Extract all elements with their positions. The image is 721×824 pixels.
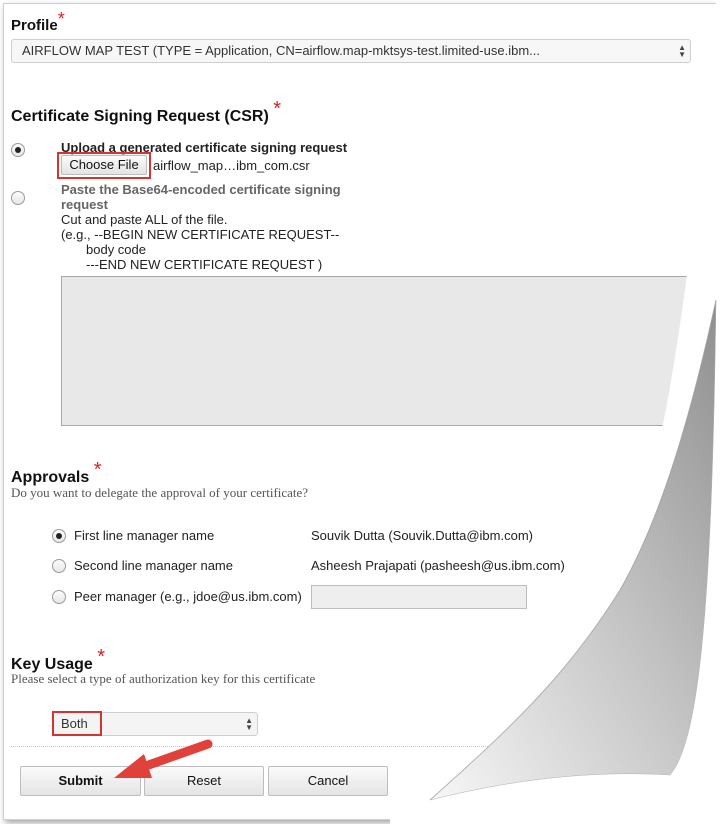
profile-heading: Profile* [11,9,65,35]
second-line-manager-label: Second line manager name [74,558,233,573]
page: Profile* AIRFLOW MAP TEST (TYPE = Applic… [0,0,721,824]
profile-label: Profile [11,17,58,34]
csr-heading-label: Certificate Signing Request (CSR) [11,108,269,125]
required-asterisk: * [273,98,282,120]
arrow-icon [114,739,213,778]
paste-hint-1: Cut and paste ALL of the file. [61,212,228,227]
required-asterisk: * [57,9,65,29]
second-line-manager-radio[interactable] [52,559,66,573]
key-usage-highlight [52,711,102,736]
submit-button-label: Submit [58,773,103,788]
peer-manager-label: Peer manager (e.g., jdoe@us.ibm.com) [74,589,302,604]
updown-icon: ▲ ▼ [245,716,253,732]
page-curl [390,0,721,824]
approvals-heading-label: Approvals [11,469,90,486]
cancel-button[interactable]: Cancel [268,766,388,796]
upload-csr-radio[interactable] [11,143,25,157]
required-asterisk: * [93,459,102,481]
peer-manager-radio[interactable] [52,590,66,604]
first-line-manager-radio[interactable] [52,529,66,543]
csr-heading: Certificate Signing Request (CSR) * [11,98,281,127]
paste-csr-label-line1: Paste the Base64-encoded certificate sig… [61,182,341,197]
paste-csr-label-line2: request [61,197,108,212]
paste-hint-4: ---END NEW CERTIFICATE REQUEST ) [86,257,323,272]
paste-csr-radio[interactable] [11,191,25,205]
paste-hint-2: (e.g., --BEGIN NEW CERTIFICATE REQUEST-- [61,227,340,242]
approvals-subtitle: Do you want to delegate the approval of … [11,485,309,500]
first-line-manager-label: First line manager name [74,528,215,543]
choose-file-highlight [57,152,151,179]
required-asterisk: * [97,646,106,668]
key-usage-subtitle: Please select a type of authorization ke… [11,671,316,686]
paste-hint-3: body code [86,242,146,257]
selected-file-name: airflow_map…ibm_com.csr [153,158,310,173]
